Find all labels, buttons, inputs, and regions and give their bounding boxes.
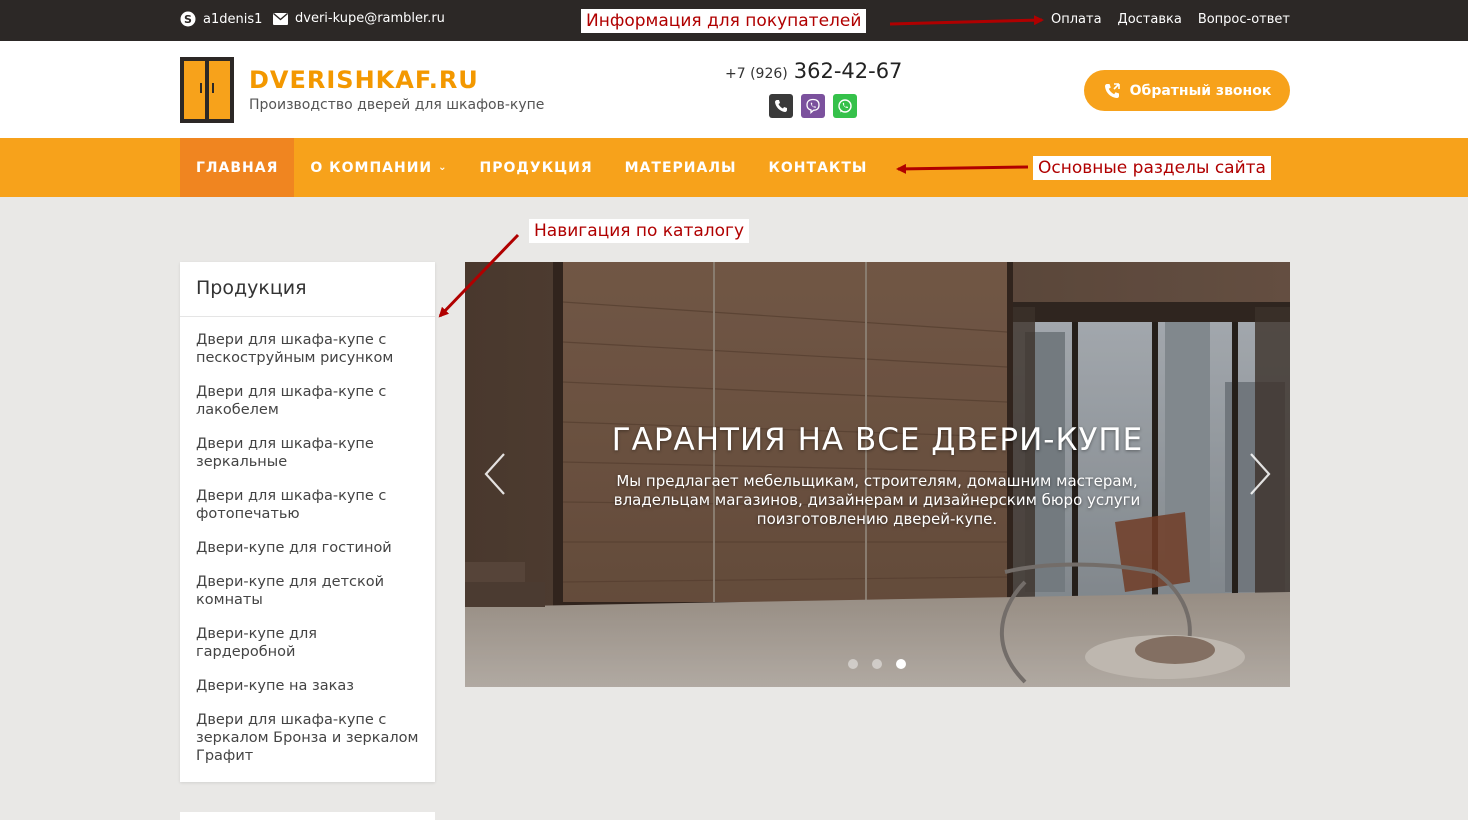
skype-name: a1denis1 — [203, 11, 263, 27]
slide-dot[interactable] — [848, 659, 858, 669]
slide-dot[interactable] — [896, 659, 906, 669]
nav-item-home[interactable]: ГЛАВНАЯ — [180, 138, 295, 197]
telephone-icon[interactable] — [769, 94, 793, 118]
catalog-item[interactable]: Двери для шкафа-купе с лакобелем — [196, 383, 419, 419]
phone-callback-icon — [1104, 82, 1120, 98]
email-address: dveri-kupe@rambler.ru — [295, 11, 445, 26]
catalog-item[interactable]: Двери для шкафа-купе с зеркалом Бронза и… — [196, 711, 419, 765]
nav-item-label: О КОМПАНИИ — [310, 159, 433, 176]
phone-number[interactable]: +7 (926) 362-42-67 — [725, 59, 902, 83]
catalog-item[interactable]: Двери для шкафа-купе зеркальные — [196, 435, 419, 471]
site-tagline: Производство дверей для шкафов-купе — [249, 97, 545, 113]
catalog-list: Двери для шкафа-купе с пескоструйным рис… — [180, 317, 435, 765]
slide-title: ГАРАНТИЯ НА ВСЕ ДВЕРИ-КУПЕ — [611, 422, 1144, 458]
catalog-item[interactable]: Двери для шкафа-купе с фотопечатью — [196, 487, 419, 523]
nav-item-label: ПРОДУКЦИЯ — [479, 159, 593, 176]
catalog-item[interactable]: Двери-купе для детской комнаты — [196, 573, 419, 609]
wardrobe-logo-icon[interactable] — [180, 57, 234, 127]
slide-dot[interactable] — [872, 659, 882, 669]
customer-links: Оплата Доставка Вопрос-ответ — [1051, 12, 1290, 27]
sidebar-title: Продукция — [180, 262, 435, 317]
delivery-link[interactable]: Доставка — [1118, 12, 1182, 27]
product-catalog-sidebar: Продукция Двери для шкафа-купе с пескост… — [180, 262, 435, 782]
nav-item-contacts[interactable]: КОНТАКТЫ — [752, 138, 883, 197]
whatsapp-icon[interactable] — [833, 94, 857, 118]
nav-item-label: ГЛАВНАЯ — [196, 159, 279, 176]
hero-slider: ГАРАНТИЯ НА ВСЕ ДВЕРИ-КУПЕ Мы предлагает… — [465, 262, 1290, 687]
envelope-icon — [273, 12, 288, 25]
annotation-main-sections: Основные разделы сайта — [1033, 156, 1271, 180]
catalog-item[interactable]: Двери-купе для гардеробной — [196, 625, 419, 661]
email-contact[interactable]: dveri-kupe@rambler.ru — [273, 11, 445, 26]
site-header: DVERISHKAF.RU Производство дверей для шк… — [0, 41, 1468, 138]
annotation-catalog-nav: Навигация по каталогу — [529, 219, 750, 243]
catalog-item[interactable]: Двери-купе для гостиной — [196, 539, 419, 557]
skype-icon: S — [180, 11, 196, 27]
chevron-left-icon — [484, 453, 505, 495]
chevron-right-icon — [1250, 453, 1271, 495]
messenger-buttons — [769, 94, 857, 118]
chevron-down-icon: ⌄ — [438, 162, 448, 173]
callback-button[interactable]: Обратный звонок — [1084, 70, 1290, 111]
phone-digits: 362-42-67 — [793, 59, 903, 83]
catalog-item[interactable]: Двери-купе на заказ — [196, 677, 419, 695]
callback-label: Обратный звонок — [1129, 82, 1272, 99]
site-logo-title[interactable]: DVERISHKAF.RU — [249, 66, 479, 94]
payment-link[interactable]: Оплата — [1051, 12, 1102, 27]
second-sidebar-block — [180, 812, 435, 820]
faq-link[interactable]: Вопрос-ответ — [1198, 12, 1290, 27]
svg-text:S: S — [184, 13, 192, 26]
prev-slide-button[interactable] — [480, 452, 510, 496]
next-slide-button[interactable] — [1245, 452, 1275, 496]
nav-item-materials[interactable]: МАТЕРИАЛЫ — [609, 138, 753, 197]
slide-description: Мы предлагает мебельщикам, строителям, д… — [613, 472, 1141, 528]
nav-item-products[interactable]: ПРОДУКЦИЯ — [464, 138, 609, 197]
slider-pagination — [848, 659, 906, 669]
phone-code: +7 (926) — [725, 66, 788, 82]
skype-contact[interactable]: S a1denis1 — [180, 11, 262, 27]
nav-item-label: МАТЕРИАЛЫ — [624, 159, 737, 176]
annotation-buyers-info: Информация для покупателей — [581, 9, 867, 33]
catalog-item[interactable]: Двери для шкафа-купе с пескоструйным рис… — [196, 331, 419, 367]
nav-item-about[interactable]: О КОМПАНИИ ⌄ — [294, 138, 463, 197]
nav-item-label: КОНТАКТЫ — [768, 159, 868, 176]
viber-icon[interactable] — [801, 94, 825, 118]
